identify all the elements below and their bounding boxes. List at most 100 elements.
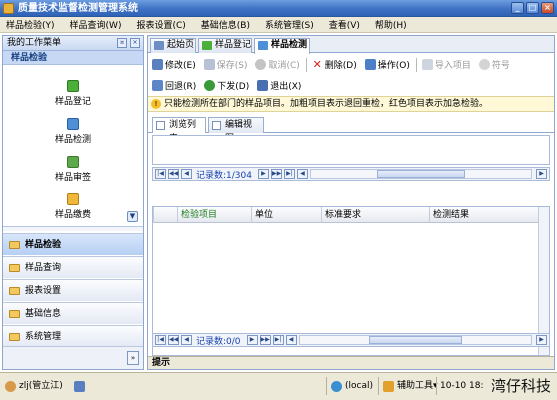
- scroll-thumb[interactable]: [368, 336, 462, 344]
- save-button[interactable]: 保存(S): [202, 57, 250, 73]
- tab-edit-view[interactable]: 编辑视图: [208, 117, 264, 144]
- aux-tools-button[interactable]: 辅助工具▾: [382, 377, 438, 395]
- status-bar: zlj(管立江) (local) 辅助工具▾ 10-10 18: 湾仔科技: [0, 372, 557, 400]
- last-page-icon[interactable]: ▶|: [272, 335, 284, 345]
- maximize-button[interactable]: □: [526, 2, 539, 14]
- folder-icon: [9, 287, 20, 295]
- chevron-right-icon[interactable]: »: [127, 351, 139, 365]
- pin-icon[interactable]: ¤: [117, 38, 127, 48]
- scroll-thumb[interactable]: [376, 170, 465, 178]
- notice-text: 只能检测所在部门的样品项目。加粗项目表示退回重检，红色项目表示加急检验。: [164, 99, 489, 109]
- next-page-icon[interactable]: ▶▶: [270, 169, 282, 179]
- next-record-icon[interactable]: ▶: [257, 169, 269, 179]
- tools-label: 辅助工具▾: [397, 381, 438, 391]
- nav-item-sample-payment[interactable]: 样品缴费: [43, 193, 103, 220]
- menu-help[interactable]: 帮助(H): [375, 18, 407, 31]
- menu-sample-inspect[interactable]: 样品检验(Y): [6, 18, 55, 31]
- next-page-icon[interactable]: ▶▶: [259, 335, 271, 345]
- cancel-button[interactable]: 取消(C): [253, 57, 301, 73]
- test-icon: [258, 41, 268, 50]
- document-tabs: 起始页 样品登记 样品检测: [148, 36, 554, 54]
- category-basic-info[interactable]: 基础信息: [3, 302, 143, 324]
- prev-page-icon[interactable]: ◀◀: [168, 169, 179, 179]
- close-button[interactable]: ×: [541, 2, 554, 14]
- column-header[interactable]: 检验项目: [177, 207, 251, 223]
- nav-item-label: 样品登记: [54, 97, 91, 107]
- prev-record-icon[interactable]: ◀: [181, 335, 192, 345]
- record-count: 记录数:1/304: [196, 170, 252, 181]
- scroll-down-icon[interactable]: ▼: [127, 211, 138, 222]
- panel-splitter[interactable]: [3, 226, 143, 231]
- horizontal-scrollbar[interactable]: [309, 169, 532, 179]
- category-sample-query[interactable]: 样品查询: [3, 256, 143, 278]
- dispatch-button[interactable]: 下发(D): [202, 78, 251, 94]
- toolbar-separator: [415, 57, 417, 72]
- category-system-management[interactable]: 系统管理: [3, 325, 143, 347]
- register-icon: [202, 41, 212, 50]
- button-label: 下发(D): [217, 82, 250, 92]
- import-items-button[interactable]: 导入项目: [420, 57, 473, 73]
- scroll-right-icon[interactable]: ▶: [536, 169, 547, 179]
- folder-icon: [9, 264, 20, 272]
- app-icon: [3, 3, 14, 14]
- prev-record-icon[interactable]: ◀: [181, 169, 192, 179]
- tab-sample-register[interactable]: 样品登记: [198, 38, 252, 53]
- nav-item-label: 样品检测: [54, 135, 91, 145]
- operation-button[interactable]: 操作(O): [363, 57, 412, 73]
- last-page-icon[interactable]: ▶|: [283, 169, 295, 179]
- cancel-icon: [255, 59, 267, 70]
- grid-header: 检验项目 单位 标准要求 检测结果: [153, 207, 549, 223]
- symbol-button[interactable]: 符号: [477, 57, 512, 73]
- category-sample-inspect[interactable]: 样品检验: [3, 233, 143, 255]
- button-label: 操作(O): [377, 61, 410, 71]
- exit-icon: [257, 80, 269, 91]
- menu-view[interactable]: 查看(V): [329, 18, 360, 31]
- save-icon: [203, 59, 215, 70]
- section-header[interactable]: 样品检验: [3, 51, 143, 65]
- nav-item-sample-test[interactable]: 样品检测: [43, 118, 103, 145]
- scroll-right-icon[interactable]: ▶: [536, 335, 547, 345]
- exit-button[interactable]: 退出(X): [255, 78, 303, 94]
- minimize-button[interactable]: _: [511, 2, 524, 14]
- view-tabs: 浏览列表 编辑视图: [148, 116, 554, 144]
- rollback-icon: [152, 80, 163, 91]
- folder-icon: [9, 310, 20, 318]
- column-header[interactable]: 单位: [251, 207, 321, 223]
- operation-icon: [364, 59, 376, 70]
- tab-label: 样品登记: [215, 40, 252, 50]
- edit-view-icon: [212, 121, 221, 130]
- nav-item-sample-review[interactable]: 样品审签: [43, 156, 103, 183]
- tools-icon: [383, 381, 394, 392]
- column-header[interactable]: 检测结果: [429, 207, 539, 223]
- first-page-icon[interactable]: |◀: [155, 335, 166, 345]
- pager-top: |◀ ◀◀ ◀ 记录数:1/304 ▶ ▶▶ ▶| ◀ ▶: [152, 167, 550, 181]
- menu-basic-info[interactable]: 基础信息(B): [201, 18, 250, 31]
- status-separator: [326, 377, 327, 395]
- rollback-button[interactable]: 回退(R): [150, 78, 198, 94]
- delete-button[interactable]: ✕ 删除(D): [310, 57, 359, 73]
- nav-item-label: 样品缴费: [54, 210, 91, 220]
- horizontal-scrollbar[interactable]: [298, 335, 532, 345]
- panel-title: 我的工作菜单: [7, 38, 62, 48]
- edit-button[interactable]: 修改(E): [150, 57, 198, 73]
- tab-start-page[interactable]: 起始页: [150, 38, 196, 53]
- column-header[interactable]: 标准要求: [321, 207, 429, 223]
- scroll-left-icon[interactable]: ◀: [296, 169, 308, 179]
- nav-item-sample-register[interactable]: 样品登记: [43, 80, 103, 107]
- hint-bar: 提示: [148, 356, 554, 369]
- category-report-settings[interactable]: 报表设置: [3, 279, 143, 301]
- sample-list-pane[interactable]: [152, 135, 550, 165]
- tab-browse-list[interactable]: 浏览列表: [152, 117, 206, 144]
- prev-page-icon[interactable]: ◀◀: [168, 335, 179, 345]
- server-label: (local): [345, 381, 373, 391]
- menu-report-settings[interactable]: 报表设置(C): [136, 18, 185, 31]
- user-label: zlj(管立江): [19, 381, 63, 391]
- scroll-left-icon[interactable]: ◀: [285, 335, 297, 345]
- panel-close-icon[interactable]: ×: [130, 38, 140, 48]
- menu-sample-query[interactable]: 样品查询(W): [70, 18, 122, 31]
- first-page-icon[interactable]: |◀: [155, 169, 166, 179]
- menu-system-management[interactable]: 系统管理(S): [265, 18, 314, 31]
- next-record-icon[interactable]: ▶: [246, 335, 258, 345]
- tab-sample-test[interactable]: 样品检测: [254, 38, 310, 54]
- database-icon: [331, 381, 342, 392]
